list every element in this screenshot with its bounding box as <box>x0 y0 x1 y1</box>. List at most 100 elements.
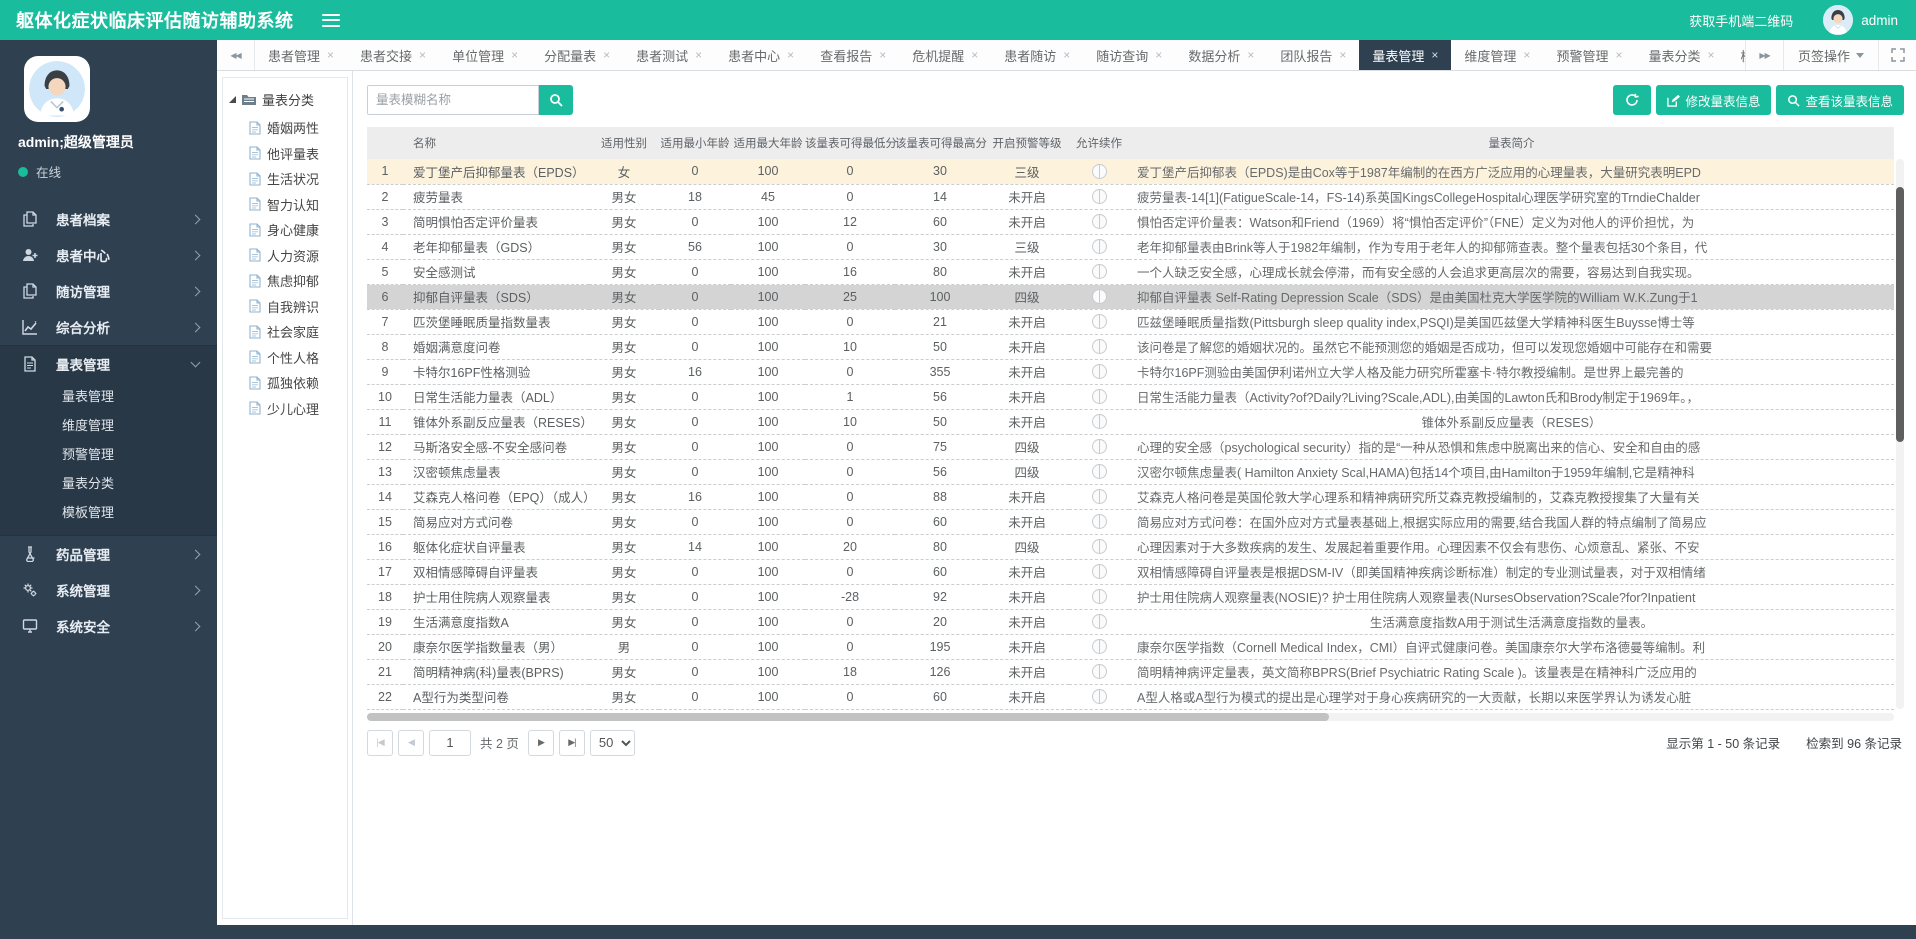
tree-expand-icon[interactable] <box>229 96 236 103</box>
vertical-scrollbar-thumb[interactable] <box>1896 187 1904 442</box>
sidebar-subitem-模板管理[interactable]: 模板管理 <box>0 498 217 527</box>
table-row[interactable]: 21 简明精神病(科)量表(BPRS) 男女 0 100 18 126 未开启 … <box>367 659 1894 684</box>
page-number-input[interactable] <box>429 730 471 756</box>
resume-toggle[interactable] <box>1092 389 1107 404</box>
sidebar-item-drug-manage[interactable]: 药品管理 <box>0 536 217 572</box>
tab-close-icon[interactable]: × <box>971 49 978 61</box>
tree-item-生活状况[interactable]: 生活状况 <box>229 166 343 192</box>
tree-root-scale-category[interactable]: 量表分类 <box>229 90 343 109</box>
table-row[interactable]: 3 简明惧怕否定评价量表 男女 0 100 12 60 未开启 惧怕否定评价量表… <box>367 209 1894 234</box>
tab-close-icon[interactable]: × <box>1431 49 1438 61</box>
tree-item-智力认知[interactable]: 智力认知 <box>229 192 343 218</box>
table-row[interactable]: 8 婚姻满意度问卷 男女 0 100 10 50 未开启 该问卷是了解您的婚姻状… <box>367 334 1894 359</box>
tab-量表分类[interactable]: 量表分类× <box>1635 40 1727 70</box>
tab-患者管理[interactable]: 患者管理× <box>255 40 347 70</box>
qr-code-link[interactable]: 获取手机端二维码 <box>1689 11 1793 30</box>
resume-toggle[interactable] <box>1092 314 1107 329</box>
tree-item-身心健康[interactable]: 身心健康 <box>229 217 343 243</box>
resume-toggle[interactable] <box>1092 489 1107 504</box>
sidebar-item-system-security[interactable]: 系统安全 <box>0 608 217 644</box>
sidebar-item-analysis[interactable]: 综合分析 <box>0 309 217 345</box>
fullscreen-icon[interactable] <box>1878 40 1916 70</box>
tab-预警管理[interactable]: 预警管理× <box>1543 40 1635 70</box>
tab-close-icon[interactable]: × <box>1523 49 1530 61</box>
resume-toggle[interactable] <box>1092 364 1107 379</box>
table-row[interactable]: 20 康奈尔医学指数量表（男） 男 0 100 0 195 未开启 康奈尔医学指… <box>367 634 1894 659</box>
tree-item-社会家庭[interactable]: 社会家庭 <box>229 319 343 345</box>
tab-close-icon[interactable]: × <box>327 49 334 61</box>
search-input[interactable] <box>367 85 539 115</box>
tree-item-自我辨识[interactable]: 自我辨识 <box>229 294 343 320</box>
sidebar-subitem-量表分类[interactable]: 量表分类 <box>0 469 217 498</box>
resume-toggle[interactable] <box>1092 189 1107 204</box>
tab-close-icon[interactable]: × <box>1155 49 1162 61</box>
last-page-button[interactable]: ▶| <box>559 730 585 756</box>
resume-toggle[interactable] <box>1092 239 1107 254</box>
table-row[interactable]: 7 匹茨堡睡眠质量指数量表 男女 0 100 0 21 未开启 匹兹堡睡眠质量指… <box>367 309 1894 334</box>
resume-toggle[interactable] <box>1092 689 1107 704</box>
hamburger-menu-icon[interactable] <box>322 14 340 27</box>
tab-危机提醒[interactable]: 危机提醒× <box>899 40 991 70</box>
table-row[interactable]: 17 双相情感障碍自评量表 男女 0 100 0 60 未开启 双相情感障碍自评… <box>367 559 1894 584</box>
tab-模板管理[interactable]: 模板管理× <box>1728 40 1745 70</box>
resume-toggle[interactable] <box>1092 339 1107 354</box>
tree-item-婚姻两性[interactable]: 婚姻两性 <box>229 115 343 141</box>
tab-close-icon[interactable]: × <box>787 49 794 61</box>
table-row[interactable]: 14 艾森克人格问卷（EPQ）（成人） 男女 16 100 0 88 未开启 艾… <box>367 484 1894 509</box>
tree-item-个性人格[interactable]: 个性人格 <box>229 345 343 371</box>
sidebar-avatar[interactable] <box>24 56 90 122</box>
tab-close-icon[interactable]: × <box>1615 49 1622 61</box>
table-row[interactable]: 13 汉密顿焦虑量表 男女 0 100 0 56 四级 汉密尔顿焦虑量表( Ha… <box>367 459 1894 484</box>
table-row[interactable]: 19 生活满意度指数A 男女 0 100 0 20 未开启 生活满意度指数A用于… <box>367 609 1894 634</box>
tab-查看报告[interactable]: 查看报告× <box>807 40 899 70</box>
sidebar-subitem-量表管理[interactable]: 量表管理 <box>0 382 217 411</box>
tab-团队报告[interactable]: 团队报告× <box>1267 40 1359 70</box>
table-row[interactable]: 16 躯体化症状自评量表 男女 14 100 20 80 四级 心理因素对于大多… <box>367 534 1894 559</box>
resume-toggle[interactable] <box>1092 214 1107 229</box>
resume-toggle[interactable] <box>1092 614 1107 629</box>
next-page-button[interactable]: ▶ <box>528 730 554 756</box>
table-row[interactable]: 15 简易应对方式问卷 男女 0 100 0 60 未开启 简易应对方式问卷：在… <box>367 509 1894 534</box>
tab-数据分析[interactable]: 数据分析× <box>1175 40 1267 70</box>
sidebar-item-scale-manage[interactable]: 量表管理 <box>0 346 217 382</box>
table-row[interactable]: 6 抑郁自评量表（SDS） 男女 0 100 25 100 四级 抑郁自评量表 … <box>367 284 1894 309</box>
tab-患者测试[interactable]: 患者测试× <box>623 40 715 70</box>
resume-toggle[interactable] <box>1092 164 1107 179</box>
tree-item-人力资源[interactable]: 人力资源 <box>229 243 343 269</box>
table-row[interactable]: 2 疲劳量表 男女 18 45 0 14 未开启 疲劳量表-14[1](Fati… <box>367 184 1894 209</box>
tab-分配量表[interactable]: 分配量表× <box>531 40 623 70</box>
tabs-scroll-left-button[interactable]: ◀◀ <box>217 40 255 70</box>
refresh-button[interactable] <box>1613 85 1651 115</box>
tree-item-少儿心理[interactable]: 少儿心理 <box>229 396 343 422</box>
page-size-select[interactable]: 50 <box>590 730 635 756</box>
tab-close-icon[interactable]: × <box>1707 49 1714 61</box>
sidebar-item-patient-center[interactable]: 患者中心 <box>0 237 217 273</box>
resume-toggle[interactable] <box>1092 464 1107 479</box>
tab-close-icon[interactable]: × <box>879 49 886 61</box>
view-scale-button[interactable]: 查看该量表信息 <box>1776 85 1904 115</box>
edit-scale-button[interactable]: 修改量表信息 <box>1656 85 1771 115</box>
resume-toggle[interactable] <box>1092 439 1107 454</box>
tabs-scroll-right-button[interactable]: ▶▶ <box>1745 40 1783 70</box>
tree-item-他评量表[interactable]: 他评量表 <box>229 141 343 167</box>
table-row[interactable]: 10 日常生活能力量表（ADL） 男女 0 100 1 56 未开启 日常生活能… <box>367 384 1894 409</box>
tab-患者中心[interactable]: 患者中心× <box>715 40 807 70</box>
search-button[interactable] <box>539 85 573 115</box>
table-row[interactable]: 4 老年抑郁量表（GDS） 男女 56 100 0 30 三级 老年抑郁量表由B… <box>367 234 1894 259</box>
tab-量表管理[interactable]: 量表管理× <box>1359 40 1451 70</box>
table-row[interactable]: 11 锥体外系副反应量表（RESES） 男女 0 100 10 50 未开启 锥… <box>367 409 1894 434</box>
sidebar-item-followup-manage[interactable]: 随访管理 <box>0 273 217 309</box>
tab-close-icon[interactable]: × <box>695 49 702 61</box>
resume-toggle[interactable] <box>1092 539 1107 554</box>
tab-单位管理[interactable]: 单位管理× <box>439 40 531 70</box>
resume-toggle[interactable] <box>1092 589 1107 604</box>
horizontal-scrollbar[interactable] <box>367 713 1894 721</box>
tree-item-孤独依赖[interactable]: 孤独依赖 <box>229 370 343 396</box>
resume-toggle[interactable] <box>1092 289 1107 304</box>
sidebar-item-system-manage[interactable]: 系统管理 <box>0 572 217 608</box>
tab-close-icon[interactable]: × <box>419 49 426 61</box>
tab-随访查询[interactable]: 随访查询× <box>1083 40 1175 70</box>
tree-item-焦虑抑郁[interactable]: 焦虑抑郁 <box>229 268 343 294</box>
tab-close-icon[interactable]: × <box>1063 49 1070 61</box>
resume-toggle[interactable] <box>1092 664 1107 679</box>
